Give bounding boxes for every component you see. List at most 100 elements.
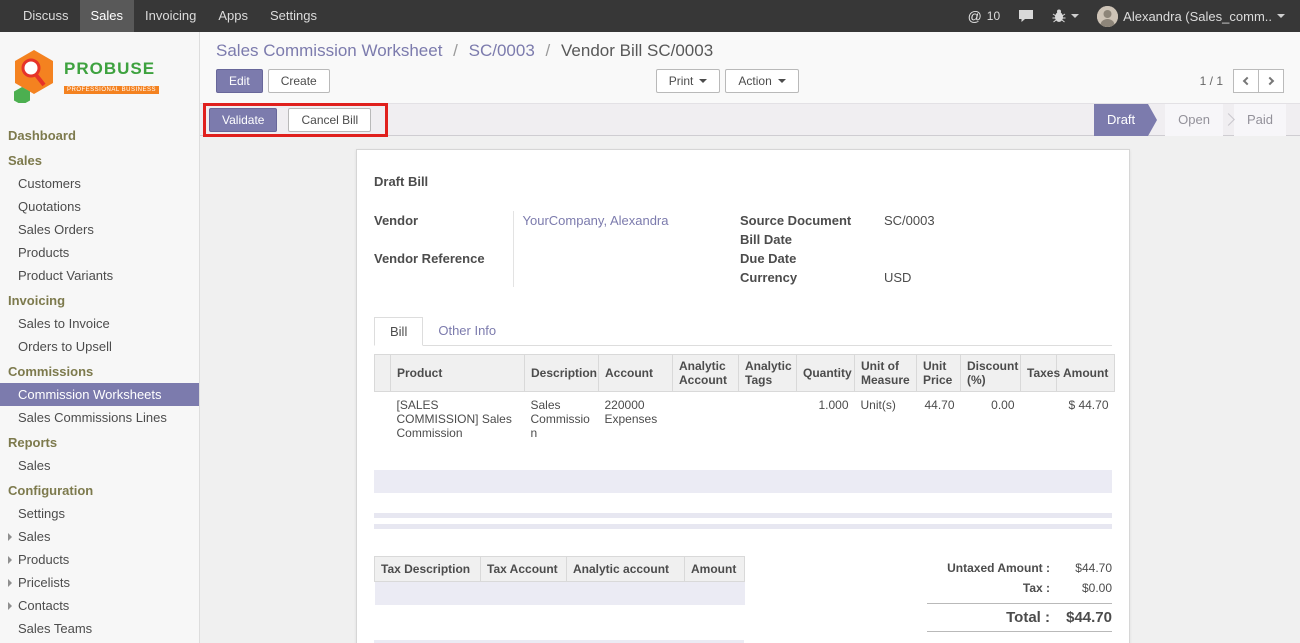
state-paid[interactable]: Paid bbox=[1234, 104, 1286, 136]
col-header-taxes: Taxes bbox=[1021, 355, 1057, 392]
state-draft[interactable]: Draft bbox=[1094, 104, 1148, 136]
col-header-tax-analytic-account: Analytic account bbox=[567, 557, 685, 582]
tax-lines-table: Tax Description Tax Account Analytic acc… bbox=[374, 556, 745, 605]
sidebar-heading-commissions[interactable]: Commissions bbox=[0, 358, 199, 383]
sidebar-item-settings[interactable]: Settings bbox=[0, 502, 199, 525]
sidebar-item-products[interactable]: Products bbox=[0, 241, 199, 264]
pager: 1 / 1 bbox=[1200, 69, 1284, 93]
line-handle-cell bbox=[375, 392, 391, 447]
secondary-menu: Dashboard Sales Customers Quotations Sal… bbox=[0, 122, 199, 643]
pager-previous-button[interactable] bbox=[1233, 69, 1259, 93]
empty-list-bar bbox=[374, 513, 1112, 518]
sidebar-item-product-variants[interactable]: Product Variants bbox=[0, 264, 199, 287]
col-header-discount: Discount (%) bbox=[961, 355, 1021, 392]
status-pipeline: Draft Open Paid bbox=[1094, 104, 1300, 136]
col-header-tax-amount: Amount bbox=[685, 557, 745, 582]
sidebar-heading-dashboard[interactable]: Dashboard bbox=[0, 122, 199, 147]
sidebar-item-config-sales[interactable]: Sales bbox=[0, 525, 199, 548]
sidebar-item-label: Pricelists bbox=[18, 575, 70, 590]
sidebar-heading-reports[interactable]: Reports bbox=[0, 429, 199, 454]
col-header-account: Account bbox=[599, 355, 673, 392]
tax-amount-value: $0.00 bbox=[1050, 581, 1112, 595]
source-document-value: SC/0003 bbox=[884, 211, 1112, 230]
untaxed-amount-label: Untaxed Amount : bbox=[927, 561, 1050, 575]
sidebar-item-orders-to-upsell[interactable]: Orders to Upsell bbox=[0, 335, 199, 358]
sidebar-heading-invoicing[interactable]: Invoicing bbox=[0, 287, 199, 312]
sidebar-item-quotations[interactable]: Quotations bbox=[0, 195, 199, 218]
field-groups: Vendor YourCompany, Alexandra Vendor Ref… bbox=[374, 211, 1112, 287]
bill-title: Draft Bill bbox=[374, 174, 1112, 189]
tax-header-row: Tax Description Tax Account Analytic acc… bbox=[375, 557, 745, 582]
field-group-left: Vendor YourCompany, Alexandra Vendor Ref… bbox=[374, 211, 734, 287]
untaxed-amount-row: Untaxed Amount : $44.70 bbox=[927, 558, 1112, 578]
user-menu[interactable]: Alexandra (Sales_comm.. bbox=[1088, 0, 1294, 32]
state-chevron-icon bbox=[1222, 113, 1235, 126]
print-dropdown-button[interactable]: Print bbox=[656, 69, 721, 93]
sidebar-item-contacts[interactable]: Contacts bbox=[0, 594, 199, 617]
menu-invoicing[interactable]: Invoicing bbox=[134, 0, 207, 32]
annotation-highlight-box: Validate Cancel Bill bbox=[203, 103, 388, 137]
debug-menu-button[interactable] bbox=[1043, 0, 1088, 32]
menu-discuss[interactable]: Discuss bbox=[12, 0, 80, 32]
menu-apps[interactable]: Apps bbox=[207, 0, 259, 32]
caret-down-icon bbox=[1277, 14, 1285, 18]
col-header-analytic-account: Analytic Account bbox=[673, 355, 739, 392]
bill-date-label: Bill Date bbox=[740, 230, 884, 249]
breadcrumb-separator: / bbox=[453, 41, 458, 60]
cancel-bill-button[interactable]: Cancel Bill bbox=[288, 108, 371, 132]
breadcrumb-worksheets[interactable]: Sales Commission Worksheet bbox=[216, 41, 442, 60]
expand-caret-icon bbox=[8, 533, 12, 541]
sidebar-item-config-products[interactable]: Products bbox=[0, 548, 199, 571]
expand-caret-icon bbox=[8, 556, 12, 564]
tax-and-totals-section: Tax Description Tax Account Analytic acc… bbox=[374, 556, 1112, 632]
pager-next-button[interactable] bbox=[1258, 69, 1284, 93]
menu-sales[interactable]: Sales bbox=[80, 0, 135, 32]
sidebar-item-sales-commissions-lines[interactable]: Sales Commissions Lines bbox=[0, 406, 199, 429]
action-dropdown-button[interactable]: Action bbox=[725, 69, 798, 93]
edit-button[interactable]: Edit bbox=[216, 69, 263, 93]
total-amount-row: Total : $44.70 bbox=[927, 603, 1112, 632]
topbar: Discuss Sales Invoicing Apps Settings @ … bbox=[0, 0, 1300, 32]
sidebar-item-sales-orders[interactable]: Sales Orders bbox=[0, 218, 199, 241]
bill-date-value bbox=[884, 230, 1112, 249]
total-value: $44.70 bbox=[1050, 609, 1112, 626]
menu-settings[interactable]: Settings bbox=[259, 0, 328, 32]
vendor-link[interactable]: YourCompany, Alexandra bbox=[523, 213, 669, 228]
sidebar-item-reports-sales[interactable]: Sales bbox=[0, 454, 199, 477]
sidebar-item-sales-teams[interactable]: Sales Teams bbox=[0, 617, 199, 640]
sidebar-item-commission-worksheets[interactable]: Commission Worksheets bbox=[0, 383, 199, 406]
chevron-right-icon bbox=[1266, 77, 1274, 85]
col-header-amount: Amount bbox=[1057, 355, 1115, 392]
breadcrumb-worksheet-record[interactable]: SC/0003 bbox=[469, 41, 535, 60]
invoice-line-row[interactable]: [SALES COMMISSION] Sales Commission Sale… bbox=[375, 392, 1115, 447]
empty-list-bar bbox=[374, 524, 1112, 529]
state-open[interactable]: Open bbox=[1165, 104, 1223, 136]
tab-other-info[interactable]: Other Info bbox=[423, 317, 511, 345]
sidebar-item-label: Products bbox=[18, 552, 69, 567]
sidebar-item-customers[interactable]: Customers bbox=[0, 172, 199, 195]
create-button[interactable]: Create bbox=[268, 69, 330, 93]
control-panel-buttons: Edit Create Print Action 1 / 1 bbox=[216, 69, 1284, 93]
total-label: Total : bbox=[927, 609, 1050, 626]
sidebar-heading-configuration[interactable]: Configuration bbox=[0, 477, 199, 502]
line-cell-analytic-account bbox=[673, 392, 739, 447]
line-cell-amount: $ 44.70 bbox=[1057, 392, 1115, 447]
notebook-tabs: Bill Other Info bbox=[374, 317, 1112, 346]
validate-button[interactable]: Validate bbox=[209, 108, 277, 132]
sidebar-item-sales-to-invoice[interactable]: Sales to Invoice bbox=[0, 312, 199, 335]
sidebar-item-pricelists[interactable]: Pricelists bbox=[0, 571, 199, 594]
messages-button[interactable] bbox=[1009, 0, 1043, 32]
line-cell-quantity: 1.000 bbox=[797, 392, 855, 447]
vendor-reference-label: Vendor Reference bbox=[374, 249, 513, 287]
chevron-left-icon bbox=[1243, 77, 1251, 85]
mentions-button[interactable]: @ 10 bbox=[959, 0, 1010, 32]
breadcrumb-separator: / bbox=[546, 41, 551, 60]
expand-caret-icon bbox=[8, 602, 12, 610]
sidebar-heading-sales[interactable]: Sales bbox=[0, 147, 199, 172]
tab-bill[interactable]: Bill bbox=[374, 317, 423, 346]
sidebar-item-label: Contacts bbox=[18, 598, 69, 613]
action-dropdowns: Print Action bbox=[656, 69, 799, 93]
breadcrumb-current: Vendor Bill SC/0003 bbox=[561, 41, 713, 60]
currency-label: Currency bbox=[740, 268, 884, 287]
form-view-area: Draft Bill Vendor YourCompany, Alexandra… bbox=[200, 136, 1300, 643]
